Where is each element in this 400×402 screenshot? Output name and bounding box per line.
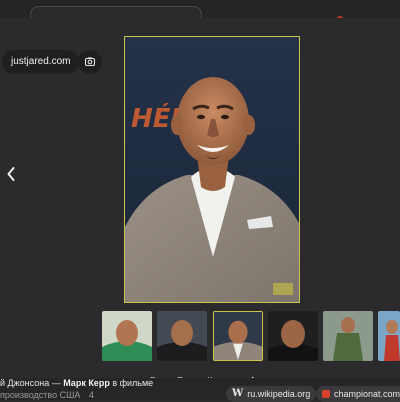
image-search-button[interactable] <box>78 50 102 74</box>
thumbnail-2[interactable] <box>157 311 207 361</box>
image-viewer: justjared.com <box>0 18 400 385</box>
caption-bold: Марк Керр <box>63 378 110 388</box>
underlying-page-header <box>0 0 400 26</box>
thumbnail-4[interactable] <box>268 311 318 361</box>
thumbnail-3-active[interactable] <box>213 311 263 361</box>
main-image[interactable]: HÉROES <box>124 36 300 303</box>
caption-suffix: в фильме <box>109 378 154 388</box>
source-domain-label: justjared.com <box>11 56 71 67</box>
championat-icon <box>322 390 330 398</box>
thumbnail-strip <box>102 311 400 361</box>
thumbnail-5[interactable] <box>323 311 373 361</box>
caption-count: 4 <box>88 390 94 400</box>
thumbnail-6[interactable] <box>378 311 400 361</box>
portrait-illustration: HÉROES <box>125 37 299 302</box>
caption-line2-text: производство США <box>0 390 81 400</box>
result-caption-line2: производство США 4 <box>0 390 94 400</box>
caption-prefix: й Джонсона — <box>0 378 64 388</box>
result-caption[interactable]: й Джонсона — Марк Керр в фильме <box>0 378 153 388</box>
image-search-icon <box>84 57 96 67</box>
source-domain-chip[interactable]: justjared.com <box>2 50 80 74</box>
previous-image-button[interactable] <box>0 160 22 188</box>
thumbnail-1[interactable] <box>102 311 152 361</box>
chevron-left-icon <box>7 167 15 181</box>
